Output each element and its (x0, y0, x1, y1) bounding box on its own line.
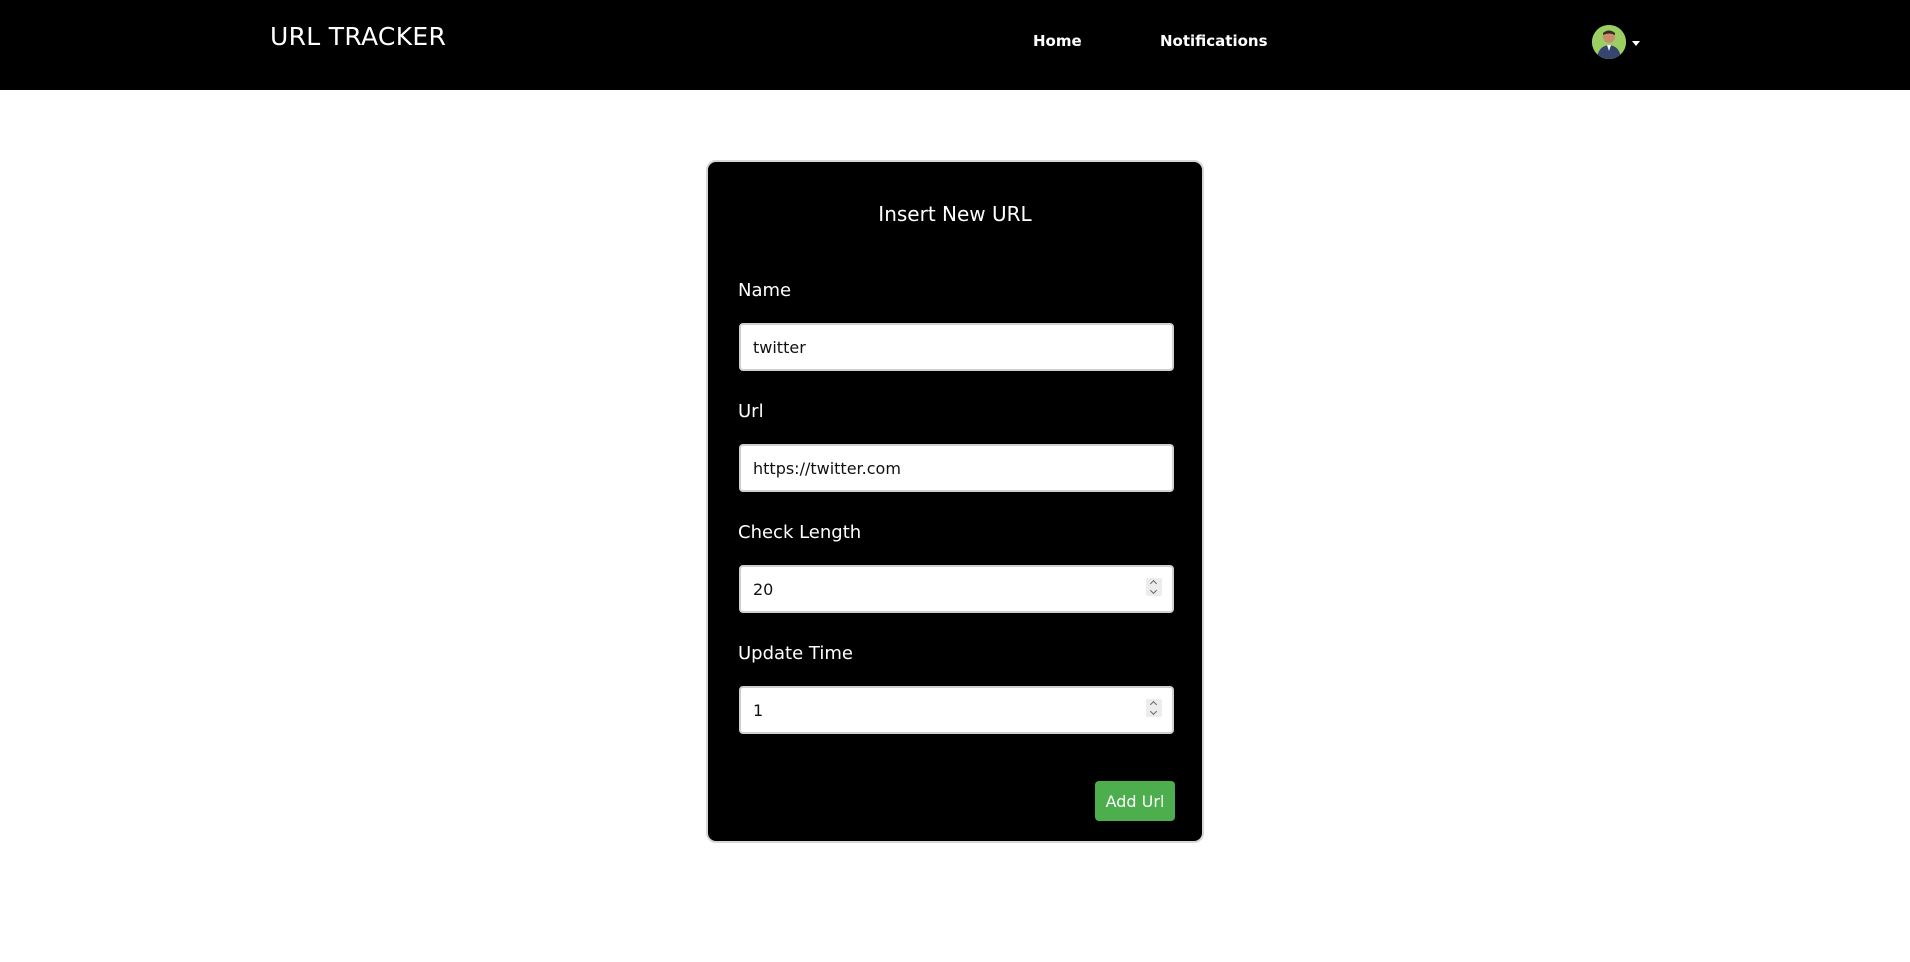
update-time-input[interactable] (739, 686, 1174, 734)
url-label: Url (738, 401, 764, 422)
add-url-button[interactable]: Add Url (1095, 781, 1175, 821)
url-input[interactable] (739, 444, 1174, 492)
chevron-down-icon[interactable] (1149, 707, 1158, 716)
check-length-spinner[interactable] (1146, 578, 1162, 596)
brand-logo[interactable]: URL TRACKER (270, 22, 446, 51)
avatar-portrait-icon (1592, 25, 1626, 59)
top-navbar: URL TRACKER Home Notifications (0, 0, 1910, 90)
nav-link-home[interactable]: Home (1033, 32, 1082, 50)
name-label: Name (738, 280, 792, 301)
nav-link-notifications[interactable]: Notifications (1160, 32, 1268, 50)
form-title: Insert New URL (878, 202, 1032, 226)
check-length-input[interactable] (739, 565, 1174, 613)
name-input[interactable] (739, 323, 1174, 371)
update-time-spinner[interactable] (1146, 699, 1162, 717)
caret-down-icon[interactable] (1632, 41, 1640, 46)
check-length-field (739, 565, 1174, 613)
insert-url-card: Insert New URL Name Url Check Length Upd… (706, 160, 1204, 843)
update-time-field (739, 686, 1174, 734)
check-length-label: Check Length (738, 522, 862, 543)
user-avatar[interactable] (1592, 25, 1626, 59)
chevron-down-icon[interactable] (1149, 586, 1158, 595)
update-time-label: Update Time (738, 643, 853, 664)
user-menu-dropdown[interactable] (1592, 25, 1640, 61)
